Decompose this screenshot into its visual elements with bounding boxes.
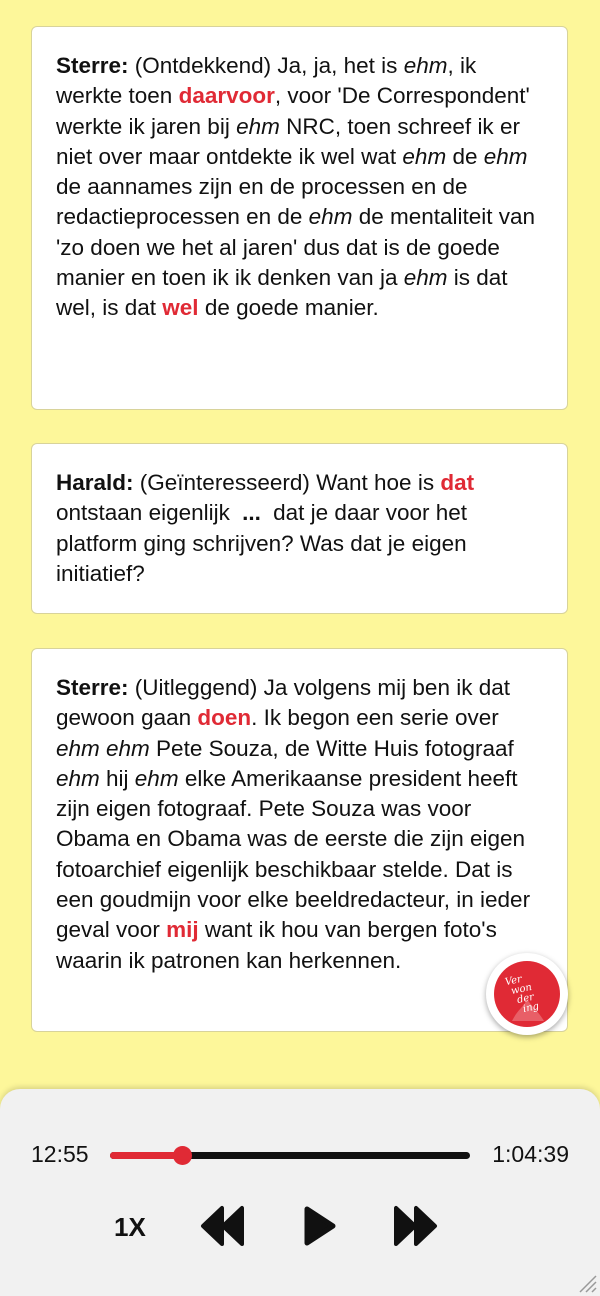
transcript-segment: (Ontdekkend) Ja, ja, het is	[128, 53, 404, 78]
transcript-segment: ontstaan eigenlijk	[56, 500, 237, 526]
progress-fill	[110, 1152, 182, 1159]
transcript-card: Sterre: (Uitleggend) Ja volgens mij ben …	[31, 648, 568, 1032]
emphasis-word: wel	[162, 295, 199, 321]
play-icon	[304, 1206, 336, 1246]
speaker-name: Harald:	[56, 470, 134, 495]
transcript-card: Sterre: (Ontdekkend) Ja, ja, het is ehm,…	[31, 26, 568, 410]
transcript-segment: (Geïnteresseerd) Want hoe is	[133, 470, 441, 495]
speaker-name: Sterre:	[56, 675, 129, 700]
filler-word: ehm ehm	[56, 735, 150, 761]
fast-forward-icon	[394, 1206, 437, 1246]
verwondering-logo-icon: Ver won der ing	[494, 961, 560, 1027]
transcript-segment: de	[446, 143, 484, 169]
transcript-card: Harald: (Geïnteresseerd) Want hoe is dat…	[31, 443, 568, 614]
pause-ellipsis: ...	[242, 500, 261, 526]
emphasis-word: doen	[197, 705, 252, 731]
filler-word: ehm	[403, 53, 448, 78]
transcript-segment: . Ik begon een serie over	[251, 705, 499, 731]
emphasis-word: daarvoor	[178, 83, 275, 109]
current-time: 12:55	[31, 1141, 89, 1167]
progress-thumb[interactable]	[172, 1146, 192, 1165]
emphasis-word: dat	[440, 470, 475, 495]
total-time: 1:04:39	[492, 1141, 569, 1167]
audio-player: 12:55 1:04:39 1X	[0, 1089, 600, 1296]
filler-word: ehm	[483, 143, 528, 169]
playback-speed-button[interactable]: 1X	[114, 1212, 146, 1243]
fast-forward-button[interactable]	[392, 1205, 438, 1252]
filler-word: ehm	[403, 265, 448, 291]
rewind-button[interactable]	[200, 1205, 246, 1252]
filler-word: ehm	[236, 113, 280, 139]
transcript-segment: hij	[99, 765, 135, 791]
filler-word: ehm	[134, 765, 179, 791]
verwondering-badge[interactable]: Ver won der ing	[486, 953, 568, 1035]
resize-grip-icon[interactable]	[576, 1272, 598, 1294]
transcript-segment: elke Amerikaanse president heeft zijn ei…	[56, 765, 531, 943]
filler-word: ehm	[308, 204, 353, 230]
transcript-segment: de goede manier.	[198, 295, 379, 321]
filler-word: ehm	[402, 143, 447, 169]
progress-slider[interactable]	[110, 1146, 470, 1165]
transcript-segment: Pete Souza, de Witte Huis fotograaf	[149, 735, 514, 761]
transcript-text: Sterre: (Ontdekkend) Ja, ja, het is ehm,…	[56, 51, 547, 324]
rewind-icon	[201, 1206, 244, 1246]
transcript-text: Sterre: (Uitleggend) Ja volgens mij ben …	[56, 673, 547, 976]
play-button[interactable]	[302, 1205, 338, 1252]
filler-word: ehm	[56, 765, 100, 791]
transcript-text: Harald: (Geïnteresseerd) Want hoe is dat…	[56, 468, 547, 589]
speaker-name: Sterre:	[56, 53, 129, 78]
emphasis-word: mij	[166, 917, 199, 943]
